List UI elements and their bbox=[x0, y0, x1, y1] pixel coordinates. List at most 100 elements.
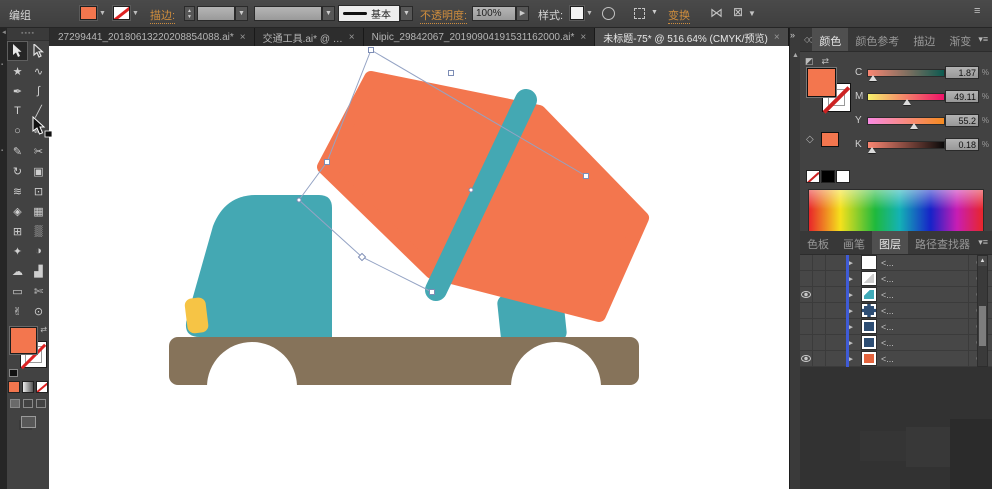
layer-label[interactable]: <... bbox=[881, 354, 968, 364]
eye-icon[interactable] bbox=[801, 291, 811, 298]
channel-slider-k[interactable] bbox=[867, 141, 945, 149]
stroke-weight-arrow[interactable]: ▼ bbox=[235, 6, 248, 21]
stroke-label[interactable]: 描边: bbox=[150, 7, 175, 24]
tab-layers[interactable]: 图层 bbox=[872, 231, 908, 254]
brush-dropdown-arrow[interactable]: ▼ bbox=[400, 6, 413, 21]
layer-label[interactable]: <... bbox=[881, 322, 968, 332]
lock-cell[interactable] bbox=[813, 255, 826, 271]
perspective-grid-tool[interactable]: ▦ bbox=[28, 201, 49, 221]
layer-row[interactable]: ▶ <... ◎ bbox=[800, 287, 992, 303]
stroke-none-swatch[interactable] bbox=[113, 6, 130, 20]
none-swatch[interactable] bbox=[806, 170, 820, 183]
anchor-handle[interactable] bbox=[449, 71, 454, 76]
symbol-sprayer-tool[interactable]: ☁ bbox=[7, 261, 28, 281]
layer-thumbnail[interactable] bbox=[862, 256, 876, 269]
slider-thumb[interactable] bbox=[869, 75, 877, 81]
layer-row[interactable]: ▶ <... ◎ bbox=[800, 303, 992, 319]
fill-color-dropdown[interactable]: ▼ bbox=[80, 6, 106, 20]
layer-thumbnail[interactable] bbox=[862, 320, 876, 333]
tab-color-guide[interactable]: 颜色参考 bbox=[848, 28, 906, 51]
tools-panel-grip[interactable]: ▪▪▪▪ bbox=[7, 28, 49, 41]
document-tab-active[interactable]: 未标题-75* @ 516.64% (CMYK/预览) × bbox=[595, 28, 788, 46]
swap-fill-stroke-icon[interactable]: ⇄ bbox=[822, 56, 830, 67]
layer-thumbnail[interactable] bbox=[862, 272, 876, 285]
panel-menu-icon[interactable]: ▾≡ bbox=[978, 231, 992, 254]
opacity-field[interactable]: 100% bbox=[472, 6, 516, 21]
layer-thumbnail[interactable] bbox=[862, 336, 876, 349]
layer-label[interactable]: <... bbox=[881, 258, 968, 268]
visibility-cell[interactable] bbox=[800, 271, 813, 287]
pencil-tool[interactable]: ✎ bbox=[7, 141, 28, 161]
visibility-cell[interactable] bbox=[800, 319, 813, 335]
scrollbar-thumb[interactable] bbox=[979, 306, 986, 346]
opacity-label[interactable]: 不透明度: bbox=[420, 7, 467, 24]
transform-link[interactable]: 变换 bbox=[668, 7, 690, 24]
style-dropdown[interactable]: ▼ bbox=[570, 6, 593, 20]
layer-label[interactable]: <... bbox=[881, 306, 968, 316]
channel-value[interactable]: 1.87 bbox=[945, 66, 979, 79]
truck-cab-shape[interactable] bbox=[186, 195, 332, 337]
channel-slider-y[interactable] bbox=[867, 117, 945, 125]
mesh-tool[interactable]: ⊞ bbox=[7, 221, 28, 241]
document-tab[interactable]: 交通工具.ai* @ … × bbox=[255, 28, 364, 46]
stroke-weight-stepper[interactable]: ▲▼ bbox=[184, 6, 195, 21]
visibility-cell[interactable] bbox=[800, 255, 813, 271]
expand-triangle-icon[interactable]: ▶ bbox=[826, 339, 856, 347]
swatches-mini-icon[interactable]: ◩ bbox=[805, 56, 814, 67]
close-icon[interactable]: × bbox=[240, 32, 246, 43]
close-icon[interactable]: × bbox=[349, 32, 355, 43]
visibility-cell[interactable] bbox=[800, 303, 813, 319]
align-icon[interactable]: ⋈ bbox=[710, 5, 723, 21]
layer-thumbnail[interactable] bbox=[862, 304, 876, 317]
anchor-point[interactable] bbox=[469, 188, 473, 192]
fill-indicator[interactable] bbox=[10, 327, 37, 354]
gradient-button[interactable] bbox=[22, 381, 34, 393]
visibility-cell[interactable] bbox=[800, 351, 813, 367]
anchor-handle[interactable] bbox=[430, 290, 435, 295]
close-icon[interactable]: × bbox=[580, 32, 586, 43]
layer-thumbnail[interactable] bbox=[862, 352, 876, 365]
draw-behind-icon[interactable] bbox=[23, 399, 33, 408]
width-tool[interactable]: ≋ bbox=[7, 181, 28, 201]
fill-proxy[interactable] bbox=[807, 68, 836, 97]
panel-collapse-icon[interactable]: ◇◇ bbox=[800, 28, 812, 51]
anchor-handle[interactable] bbox=[325, 160, 330, 165]
layers-scrollbar[interactable]: ▲ bbox=[977, 255, 988, 367]
slider-thumb[interactable] bbox=[910, 123, 918, 129]
tab-pathfinder[interactable]: 路径查找器 bbox=[908, 231, 977, 254]
scale-tool[interactable]: ▣ bbox=[28, 161, 49, 181]
dock-triangle-icon[interactable]: ▲ bbox=[792, 52, 799, 59]
isolate-icon[interactable]: ⊠ bbox=[733, 5, 743, 19]
zoom-tool[interactable]: ⊙ bbox=[28, 301, 49, 321]
channel-slider-c[interactable] bbox=[867, 69, 945, 77]
draw-inside-icon[interactable] bbox=[36, 399, 46, 408]
rotate-tool[interactable]: ↻ bbox=[7, 161, 28, 181]
select-similar-icon[interactable] bbox=[634, 8, 645, 19]
tab-brushes[interactable]: 画笔 bbox=[836, 231, 872, 254]
fill-color-swatch[interactable] bbox=[80, 6, 97, 20]
document-tab[interactable]: Nipic_29842067_20190904191531162000.ai* … bbox=[364, 28, 596, 46]
eye-icon[interactable] bbox=[801, 355, 811, 362]
profile-dropdown-arrow[interactable]: ▼ bbox=[322, 6, 335, 21]
artboard-tool[interactable]: ▭ bbox=[7, 281, 28, 301]
swap-fill-stroke-icon[interactable]: ⇄ bbox=[40, 325, 47, 334]
draw-normal-icon[interactable] bbox=[10, 399, 20, 408]
expand-triangle-icon[interactable]: ▶ bbox=[826, 323, 856, 331]
close-icon[interactable]: × bbox=[774, 32, 780, 43]
black-swatch[interactable] bbox=[821, 170, 835, 183]
channel-value[interactable]: 0.18 bbox=[945, 138, 979, 151]
lock-cell[interactable] bbox=[813, 303, 826, 319]
ellipse-tool[interactable]: ○ bbox=[7, 121, 28, 141]
lock-cell[interactable] bbox=[813, 335, 826, 351]
white-swatch[interactable] bbox=[836, 170, 850, 183]
layer-row[interactable]: ▶ <... ◎ bbox=[800, 271, 992, 287]
truck-headlight-shape[interactable] bbox=[184, 297, 209, 334]
anchor-handle[interactable] bbox=[369, 48, 374, 53]
column-graph-tool[interactable]: ▟ bbox=[28, 261, 49, 281]
variable-width-profile-field[interactable] bbox=[254, 6, 322, 21]
artboard-canvas[interactable] bbox=[49, 46, 789, 489]
slider-thumb[interactable] bbox=[868, 147, 876, 153]
anchor-point[interactable] bbox=[297, 198, 301, 202]
select-similar-arrow[interactable]: ▼ bbox=[648, 6, 661, 21]
free-transform-tool[interactable]: ⊡ bbox=[28, 181, 49, 201]
